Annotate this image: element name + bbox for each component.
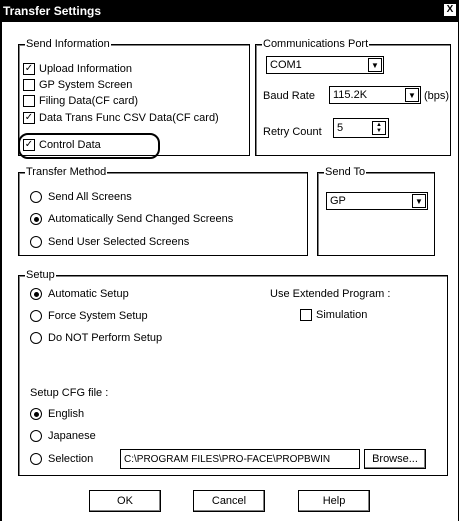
cfg-path-field[interactable]: C:\PROGRAM FILES\PRO-FACE\PROPBWIN [120, 449, 360, 469]
radio-circle[interactable] [30, 191, 42, 203]
spin-arrows-icon[interactable]: ▲ ▼ [372, 121, 386, 135]
send-information-legend: Send Information [25, 37, 111, 51]
gp-system-screen-label: GP System Screen [39, 79, 133, 91]
radio-circle[interactable] [30, 288, 42, 300]
cancel-label: Cancel [211, 495, 247, 507]
checkbox-box[interactable] [23, 79, 35, 91]
baud-rate-value: 115.2K [333, 89, 368, 101]
send-user-selected-label: Send User Selected Screens [48, 236, 190, 248]
automatic-setup-radio[interactable]: Automatic Setup [30, 286, 129, 302]
radio-circle[interactable] [30, 430, 42, 442]
baud-rate-select[interactable]: 115.2K ▼ [329, 86, 421, 104]
browse-label: Browse... [372, 453, 418, 465]
send-user-selected-radio[interactable]: Send User Selected Screens [30, 234, 189, 250]
window-left-border [0, 22, 2, 521]
extended-program-label: Use Extended Program : [270, 288, 391, 300]
csv-data-label: Data Trans Func CSV Data(CF card) [39, 112, 219, 124]
baud-unit-label: (bps) [424, 90, 450, 102]
auto-send-changed-radio[interactable]: Automatically Send Changed Screens [30, 211, 233, 227]
cfg-path-value: C:\PROGRAM FILES\PRO-FACE\PROPBWIN [124, 453, 331, 465]
radio-circle[interactable] [30, 408, 42, 420]
radio-circle[interactable] [30, 236, 42, 248]
ok-button[interactable]: OK [89, 490, 161, 512]
do-not-perform-setup-radio[interactable]: Do NOT Perform Setup [30, 330, 162, 346]
baud-rate-label: Baud Rate [263, 90, 315, 102]
japanese-radio[interactable]: Japanese [30, 428, 96, 444]
port-value: COM1 [270, 59, 302, 71]
automatic-setup-label: Automatic Setup [48, 288, 129, 300]
title-bar: Transfer Settings X [0, 0, 459, 22]
english-label: English [48, 408, 85, 420]
port-select[interactable]: COM1 ▼ [266, 56, 384, 74]
gp-system-screen-checkbox[interactable]: GP System Screen [23, 77, 132, 93]
english-radio[interactable]: English [30, 406, 84, 422]
communications-port-legend: Communications Port [262, 37, 370, 51]
radio-circle[interactable] [30, 332, 42, 344]
force-system-setup-label: Force System Setup [48, 310, 148, 322]
control-data-highlight-oval [18, 133, 160, 159]
checkbox-box[interactable] [23, 95, 35, 107]
setup-group: Setup [18, 268, 448, 476]
filing-data-checkbox[interactable]: Filing Data(CF card) [23, 93, 138, 109]
checkbox-box[interactable] [300, 309, 312, 321]
radio-circle[interactable] [30, 453, 42, 465]
setup-legend: Setup [25, 268, 56, 282]
checkbox-box[interactable]: ✓ [23, 63, 35, 75]
help-button[interactable]: Help [298, 490, 370, 512]
transfer-method-legend: Transfer Method [25, 165, 108, 179]
chevron-down-icon[interactable]: ▼ [412, 194, 426, 208]
send-to-group: Send To [317, 165, 435, 256]
retry-count-label: Retry Count [263, 126, 322, 138]
checkbox-box[interactable]: ✓ [23, 112, 35, 124]
send-to-value: GP [330, 195, 346, 207]
browse-button[interactable]: Browse... [364, 449, 426, 469]
selection-radio[interactable]: Selection [30, 451, 93, 467]
send-all-screens-radio[interactable]: Send All Screens [30, 189, 132, 205]
csv-data-checkbox[interactable]: ✓ Data Trans Func CSV Data(CF card) [23, 110, 219, 126]
close-icon[interactable]: X [443, 3, 457, 17]
setup-cfg-file-label: Setup CFG file : [30, 387, 109, 399]
send-all-screens-label: Send All Screens [48, 191, 132, 203]
japanese-label: Japanese [48, 430, 96, 442]
upload-information-checkbox[interactable]: ✓ Upload Information [23, 61, 132, 77]
send-to-select[interactable]: GP ▼ [326, 192, 428, 210]
retry-count-stepper[interactable]: 5 ▲ ▼ [333, 118, 389, 138]
transfer-settings-dialog: Transfer Settings X Send Information ✓ U… [0, 0, 459, 521]
radio-circle[interactable] [30, 310, 42, 322]
upload-information-label: Upload Information [39, 63, 132, 75]
force-system-setup-radio[interactable]: Force System Setup [30, 308, 148, 324]
selection-label: Selection [48, 453, 94, 465]
simulation-checkbox[interactable]: Simulation [300, 307, 367, 323]
do-not-perform-setup-label: Do NOT Perform Setup [48, 332, 163, 344]
auto-send-changed-label: Automatically Send Changed Screens [48, 213, 234, 225]
ok-label: OK [117, 495, 133, 507]
chevron-down-icon[interactable]: ▼ [368, 58, 382, 72]
simulation-label: Simulation [316, 309, 368, 321]
radio-circle[interactable] [30, 213, 42, 225]
chevron-down-icon[interactable]: ▼ [405, 88, 419, 102]
help-label: Help [322, 495, 346, 507]
cancel-button[interactable]: Cancel [193, 490, 265, 512]
send-to-legend: Send To [324, 165, 367, 179]
window-title: Transfer Settings [3, 4, 102, 18]
retry-count-value: 5 [337, 122, 344, 134]
filing-data-label: Filing Data(CF card) [39, 95, 139, 107]
